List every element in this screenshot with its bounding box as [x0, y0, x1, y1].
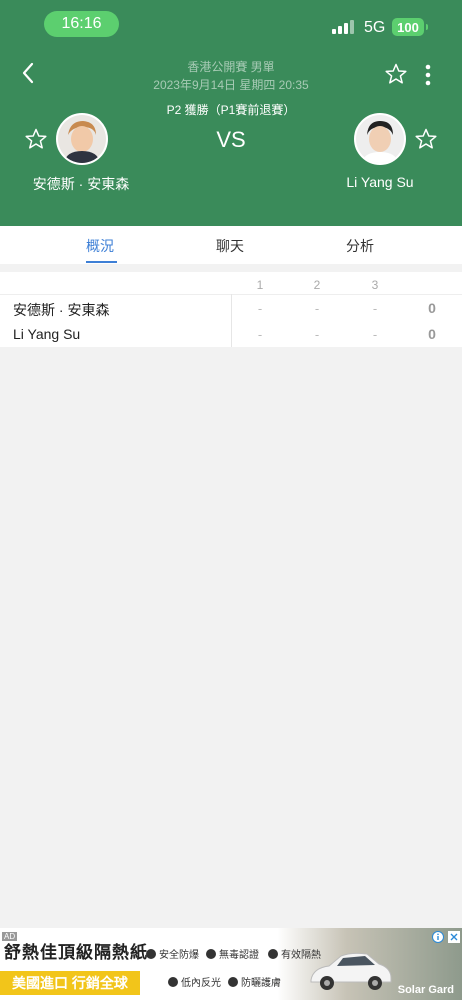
ad-feature: 安全防爆	[146, 946, 199, 961]
favorite-player2-button[interactable]	[414, 127, 438, 151]
tab-overview[interactable]: 概況	[86, 236, 114, 256]
ad-title: 舒熱佳頂級隔熱紙	[4, 943, 148, 962]
total-score: 0	[428, 326, 436, 342]
close-icon	[448, 931, 460, 943]
row-player-name: Li Yang Su	[13, 326, 81, 342]
status-time: 16:16	[44, 11, 119, 37]
shield-icon	[146, 948, 156, 959]
star-icon	[415, 128, 437, 149]
favorite-match-button[interactable]	[384, 62, 408, 86]
set-score: -	[257, 301, 263, 316]
player-photo	[356, 115, 404, 163]
more-vertical-icon	[425, 64, 431, 86]
active-tab-indicator	[86, 261, 117, 263]
row-player-name: 安德斯 · 安東森	[13, 302, 110, 318]
match-header: 16:16 5G 100 香港公開賽 男單 2023年9月14日 星期四 20:…	[0, 0, 462, 226]
set-header-3: 3	[371, 278, 379, 292]
tab-analysis[interactable]: 分析	[346, 236, 374, 256]
set-score: -	[372, 301, 378, 316]
player2-name: Li Yang Su	[346, 174, 414, 190]
player1-name: 安德斯 · 安東森	[32, 176, 130, 192]
cellular-signal-icon	[332, 19, 354, 34]
umbrella-icon	[228, 976, 238, 987]
ad-feature: 無毒認證	[206, 946, 259, 961]
ad-info-button[interactable]	[432, 930, 444, 943]
set-score: -	[314, 301, 320, 316]
ad-feature: 低內反光	[168, 974, 221, 989]
set-header-2: 2	[313, 278, 321, 292]
tab-bar: 概況 聊天 分析	[0, 226, 462, 264]
section-gap	[0, 264, 462, 272]
set-score: -	[314, 327, 320, 342]
tab-chat[interactable]: 聊天	[216, 236, 244, 256]
set-header-1: 1	[256, 278, 264, 292]
ad-close-button[interactable]	[448, 930, 460, 943]
ad-feature: 防曬護膚	[228, 974, 281, 989]
network-type: 5G	[364, 19, 386, 36]
eye-icon	[168, 976, 178, 987]
leaf-icon	[206, 948, 216, 959]
info-icon	[432, 931, 444, 943]
scoreboard: 1 2 3 安德斯 · 安東森 - - - 0 Li Yang Su - - -…	[0, 272, 462, 347]
total-score: 0	[428, 300, 436, 316]
more-options-button[interactable]	[418, 62, 438, 88]
set-score: -	[372, 327, 378, 342]
ad-tagline: 美國進口 行銷全球	[0, 971, 140, 995]
player2-avatar[interactable]	[354, 113, 406, 165]
sun-icon	[268, 948, 278, 959]
battery-indicator: 100	[392, 18, 428, 36]
ad-brand: Solar Gard	[397, 984, 454, 996]
ad-banner[interactable]: AD 舒熱佳頂級隔熱紙 安全防爆 無毒認證 有效隔熱 低內反光 防曬護膚 美國進…	[0, 928, 462, 1000]
table-row: Li Yang Su - - - 0	[0, 321, 462, 347]
star-icon	[385, 63, 407, 84]
car-image	[310, 952, 392, 990]
set-score: -	[257, 327, 263, 342]
table-row: 安德斯 · 安東森 - - - 0	[0, 295, 462, 321]
